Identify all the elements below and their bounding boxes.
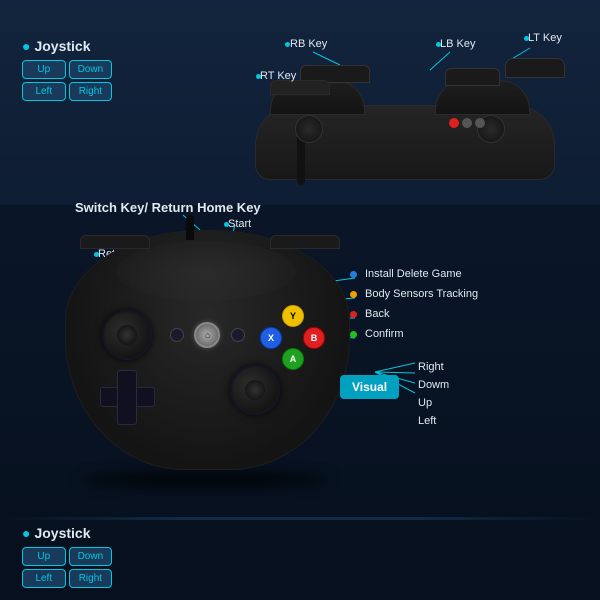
back-label: Back	[365, 308, 389, 320]
switch-key-label: Switch Key/ Return Home Key	[75, 200, 261, 215]
confirm-label: Confirm	[365, 328, 404, 340]
rt-key-label: RT Key	[260, 70, 296, 82]
rb-key-label: RB Key	[290, 38, 327, 50]
controller-front-view: ⌂ Y B A X	[50, 215, 370, 495]
dpad	[100, 370, 155, 425]
dir-down: Dowm	[418, 376, 449, 394]
bottom-joystick-label: Joystick	[34, 525, 90, 541]
abxy-cluster: Y B A X	[260, 305, 325, 370]
home-button[interactable]: ⌂	[194, 322, 220, 348]
top-key-right[interactable]: Right	[69, 82, 113, 101]
front-right-bumper	[270, 235, 340, 249]
lt-dot	[524, 36, 529, 41]
bottom-key-left[interactable]: Left	[22, 569, 66, 588]
back-dot	[350, 311, 357, 318]
bottom-joystick-section: ● Joystick Up Down Left Right	[22, 525, 112, 588]
top-key-up[interactable]: Up	[22, 60, 66, 79]
rb-dot	[285, 42, 290, 47]
start-button[interactable]	[231, 328, 245, 342]
left-joystick	[102, 310, 152, 360]
top-key-left[interactable]: Left	[22, 82, 66, 101]
lb-key-label: LB Key	[440, 38, 475, 50]
rt-dot	[256, 74, 261, 79]
dir-up: Up	[418, 394, 449, 412]
install-dot	[350, 271, 357, 278]
b-button[interactable]: B	[303, 327, 325, 349]
platform-surface	[0, 517, 600, 520]
a-button[interactable]: A	[282, 348, 304, 370]
visual-box[interactable]: Visual	[340, 375, 399, 399]
x-button[interactable]: X	[260, 327, 282, 349]
controller-cable	[186, 215, 194, 240]
body-sensors-label: Body Sensors Tracking	[365, 288, 478, 300]
return-button[interactable]	[170, 328, 184, 342]
direction-labels: Right Dowm Up Left	[418, 358, 449, 430]
top-joystick-label: Joystick	[34, 38, 90, 54]
body-dot	[350, 291, 357, 298]
annotations-right: Install Delete Game Body Sensors Trackin…	[350, 268, 478, 340]
y-button[interactable]: Y	[282, 305, 304, 327]
install-delete-label: Install Delete Game	[365, 268, 462, 280]
center-controls: ⌂	[165, 315, 250, 355]
dir-left: Left	[418, 412, 449, 430]
dir-right: Right	[418, 358, 449, 376]
top-key-down[interactable]: Down	[69, 60, 113, 79]
confirm-dot	[350, 331, 357, 338]
lb-dot	[436, 42, 441, 47]
bottom-key-right[interactable]: Right	[69, 569, 113, 588]
top-joystick-section: ● Joystick Up Down Left Right	[22, 38, 112, 101]
front-left-bumper	[80, 235, 150, 249]
bottom-key-up[interactable]: Up	[22, 547, 66, 566]
bottom-key-down[interactable]: Down	[69, 547, 113, 566]
right-joystick	[230, 365, 280, 415]
lt-key-label: LT Key	[528, 32, 562, 44]
